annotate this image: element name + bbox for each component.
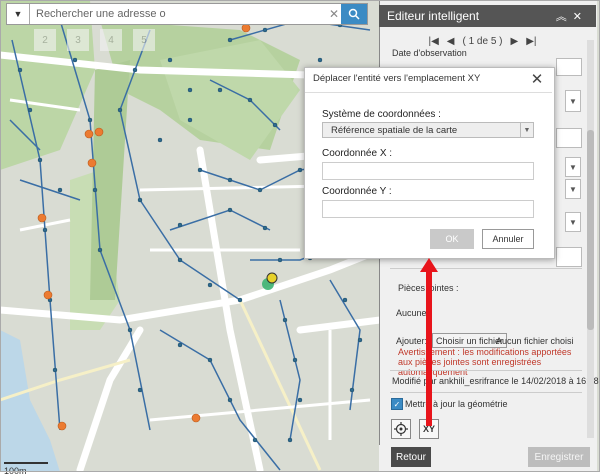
first-record-icon[interactable]: |◀ bbox=[428, 36, 438, 47]
caret-down-icon[interactable]: ▼ bbox=[7, 4, 30, 24]
chevron-down-icon[interactable]: ▼ bbox=[520, 123, 533, 137]
map-page-button[interactable]: 2 bbox=[34, 29, 56, 51]
search-input[interactable]: Rechercher une adresse o bbox=[30, 8, 327, 20]
panel-title: Editeur intelligent bbox=[387, 9, 480, 23]
chevron-down-icon[interactable]: ▼ bbox=[565, 179, 581, 199]
double-chevron-up-icon[interactable]: ︽ bbox=[556, 11, 573, 23]
map-page-button[interactable]: 5 bbox=[133, 29, 155, 51]
map-page-button[interactable]: 3 bbox=[67, 29, 89, 51]
runway-strip bbox=[90, 60, 130, 300]
date-field[interactable] bbox=[556, 58, 582, 76]
update-geometry-checkbox[interactable]: ✓ bbox=[391, 398, 403, 410]
last-record-icon[interactable]: ▶| bbox=[526, 36, 536, 47]
divider bbox=[305, 92, 552, 93]
y-coordinate-input[interactable] bbox=[322, 200, 534, 218]
map-page-button[interactable]: 4 bbox=[100, 29, 122, 51]
y-label: Coordonnée Y : bbox=[322, 186, 392, 197]
panel-header: Editeur intelligent ︽✕ bbox=[379, 5, 596, 27]
search-bar: ▼ Rechercher une adresse o ✕ bbox=[6, 3, 368, 25]
water-area bbox=[0, 330, 60, 472]
previous-record-icon[interactable]: ◀ bbox=[447, 36, 455, 47]
coord-system-label: Système de coordonnées : bbox=[322, 109, 441, 120]
chevron-down-icon[interactable]: ▼ bbox=[565, 90, 581, 112]
magnifier-icon[interactable] bbox=[341, 4, 367, 24]
date-label: Date d'observation bbox=[392, 48, 467, 58]
attribute-field[interactable] bbox=[556, 128, 582, 148]
feature-navigator: |◀ ◀ ( 1 de 5 ) ▶ ▶| bbox=[385, 33, 580, 49]
annotation-arrow bbox=[420, 258, 438, 426]
scale-label: 100m bbox=[4, 466, 27, 476]
cancel-button[interactable]: Annuler bbox=[482, 229, 534, 249]
x-coordinate-input[interactable] bbox=[322, 162, 534, 180]
next-record-icon[interactable]: ▶ bbox=[511, 36, 519, 47]
park-area bbox=[0, 0, 95, 170]
close-icon[interactable]: ✕ bbox=[573, 11, 588, 23]
x-label: Coordonnée X : bbox=[322, 148, 393, 159]
record-counter: ( 1 de 5 ) bbox=[462, 35, 503, 47]
scale-bar: 100m bbox=[4, 456, 68, 476]
scrollbar-thumb[interactable] bbox=[587, 130, 594, 330]
attribute-field[interactable] bbox=[556, 247, 582, 267]
close-icon[interactable]: ✕ bbox=[528, 70, 546, 88]
save-button[interactable]: Enregistrer bbox=[528, 447, 590, 467]
ok-button[interactable]: OK bbox=[430, 229, 474, 249]
coord-system-value: Référence spatiale de la carte bbox=[331, 124, 458, 136]
coord-system-select[interactable]: Référence spatiale de la carte ▼ bbox=[322, 122, 534, 138]
chevron-down-icon[interactable]: ▼ bbox=[565, 212, 581, 232]
chevron-down-icon[interactable]: ▼ bbox=[565, 157, 581, 177]
no-file-text: Aucun fichier choisi bbox=[496, 336, 574, 346]
crosshair-target-icon[interactable] bbox=[391, 419, 411, 439]
back-button[interactable]: Retour bbox=[391, 447, 431, 467]
close-icon[interactable]: ✕ bbox=[327, 7, 341, 21]
dialog-title: Déplacer l'entité vers l'emplacement XY bbox=[313, 73, 481, 84]
